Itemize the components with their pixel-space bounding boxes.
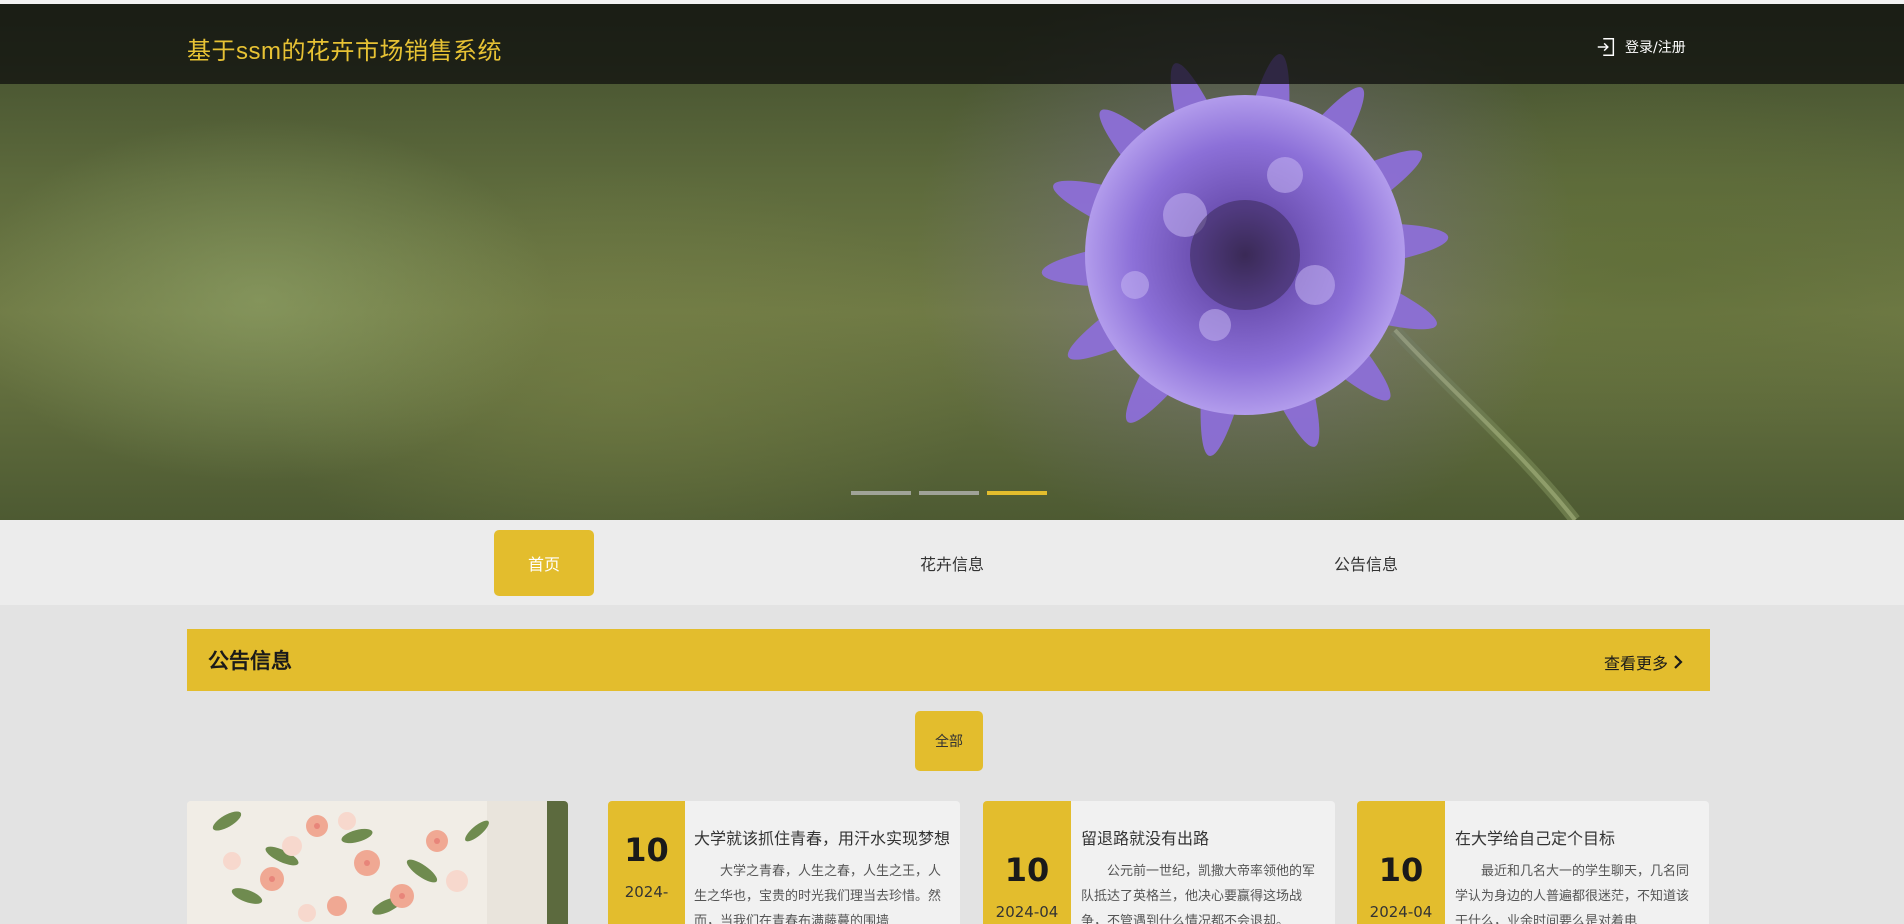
card-date-block: 10 2024-	[608, 801, 685, 924]
carousel-indicators	[851, 491, 1047, 495]
nav-item-notices[interactable]: 公告信息	[1316, 530, 1416, 596]
login-register-label: 登录/注册	[1625, 40, 1686, 56]
card-date-block: 10 2024-04	[1357, 801, 1445, 924]
nav-item-label: 公告信息	[1333, 555, 1398, 574]
notice-section-header: 公告信息 查看更多	[187, 629, 1710, 691]
card-day: 10	[624, 831, 669, 869]
carousel-dot-2[interactable]	[919, 491, 979, 495]
card-title: 留退路就没有出路	[1081, 829, 1210, 848]
card-year-month: 2024-	[624, 883, 669, 901]
card-excerpt: 公元前一世纪，凯撒大帝率领他的军队抵达了英格兰，他决心要赢得这场战争，不管遇到什…	[1081, 864, 1316, 924]
card-year-month: 2024-04	[1369, 903, 1433, 921]
notice-card-1[interactable]: 10 2024- 大学就该抓住青春，用汗水实现梦想 大学之青春，人生之春，人生之…	[608, 801, 960, 924]
card-excerpt: 大学之青春，人生之春，人生之王，人生之华也，宝贵的时光我们理当去珍惜。然而，当我…	[694, 864, 942, 924]
carousel-dot-1[interactable]	[851, 491, 911, 495]
card-excerpt: 最近和几名大一的学生聊天，几名同学认为身边的人普遍都很迷茫，不知道该干什么，业余…	[1455, 864, 1690, 924]
nav-item-label: 首页	[527, 555, 560, 574]
card-title: 在大学给自己定个目标	[1455, 829, 1616, 848]
card-day: 10	[1004, 851, 1050, 889]
nav-item-label: 花卉信息	[919, 555, 984, 574]
card-day: 10	[1378, 851, 1424, 889]
section-title: 公告信息	[208, 649, 292, 673]
view-more-link[interactable]: 查看更多	[1604, 650, 1684, 674]
view-more-label: 查看更多	[1603, 654, 1668, 673]
featured-notice-image[interactable]	[187, 801, 568, 924]
page: 基于ssm的花卉市场销售系统 登录/注册 首页 花卉信息 公告信息 公告信息 查…	[0, 0, 1904, 924]
flower-bouquet-image	[187, 801, 568, 924]
card-date-block: 10 2024-04	[983, 801, 1071, 924]
nav-item-flowers[interactable]: 花卉信息	[902, 530, 1002, 596]
carousel-dot-3[interactable]	[987, 491, 1047, 495]
card-year-month: 2024-04	[995, 903, 1059, 921]
site-title[interactable]: 基于ssm的花卉市场销售系统	[187, 31, 502, 66]
filter-all-button[interactable]: 全部	[915, 711, 983, 771]
notice-card-2[interactable]: 10 2024-04 留退路就没有出路 公元前一世纪，凯撒大帝率领他的军队抵达了…	[983, 801, 1335, 924]
notice-card-3[interactable]: 10 2024-04 在大学给自己定个目标 最近和几名大一的学生聊天，几名同学认…	[1357, 801, 1709, 924]
main-nav: 首页 花卉信息 公告信息	[0, 520, 1904, 605]
hero-banner[interactable]: 基于ssm的花卉市场销售系统 登录/注册	[0, 0, 1904, 520]
nav-item-home[interactable]: 首页	[494, 530, 594, 596]
chevron-right-icon	[1674, 655, 1683, 669]
login-register-link[interactable]: 登录/注册	[1595, 34, 1686, 60]
login-icon	[1597, 38, 1615, 56]
top-header-bar: 基于ssm的花卉市场销售系统 登录/注册	[0, 4, 1904, 84]
filter-all-label: 全部	[935, 734, 963, 750]
card-title: 大学就该抓住青春，用汗水实现梦想	[694, 829, 951, 848]
